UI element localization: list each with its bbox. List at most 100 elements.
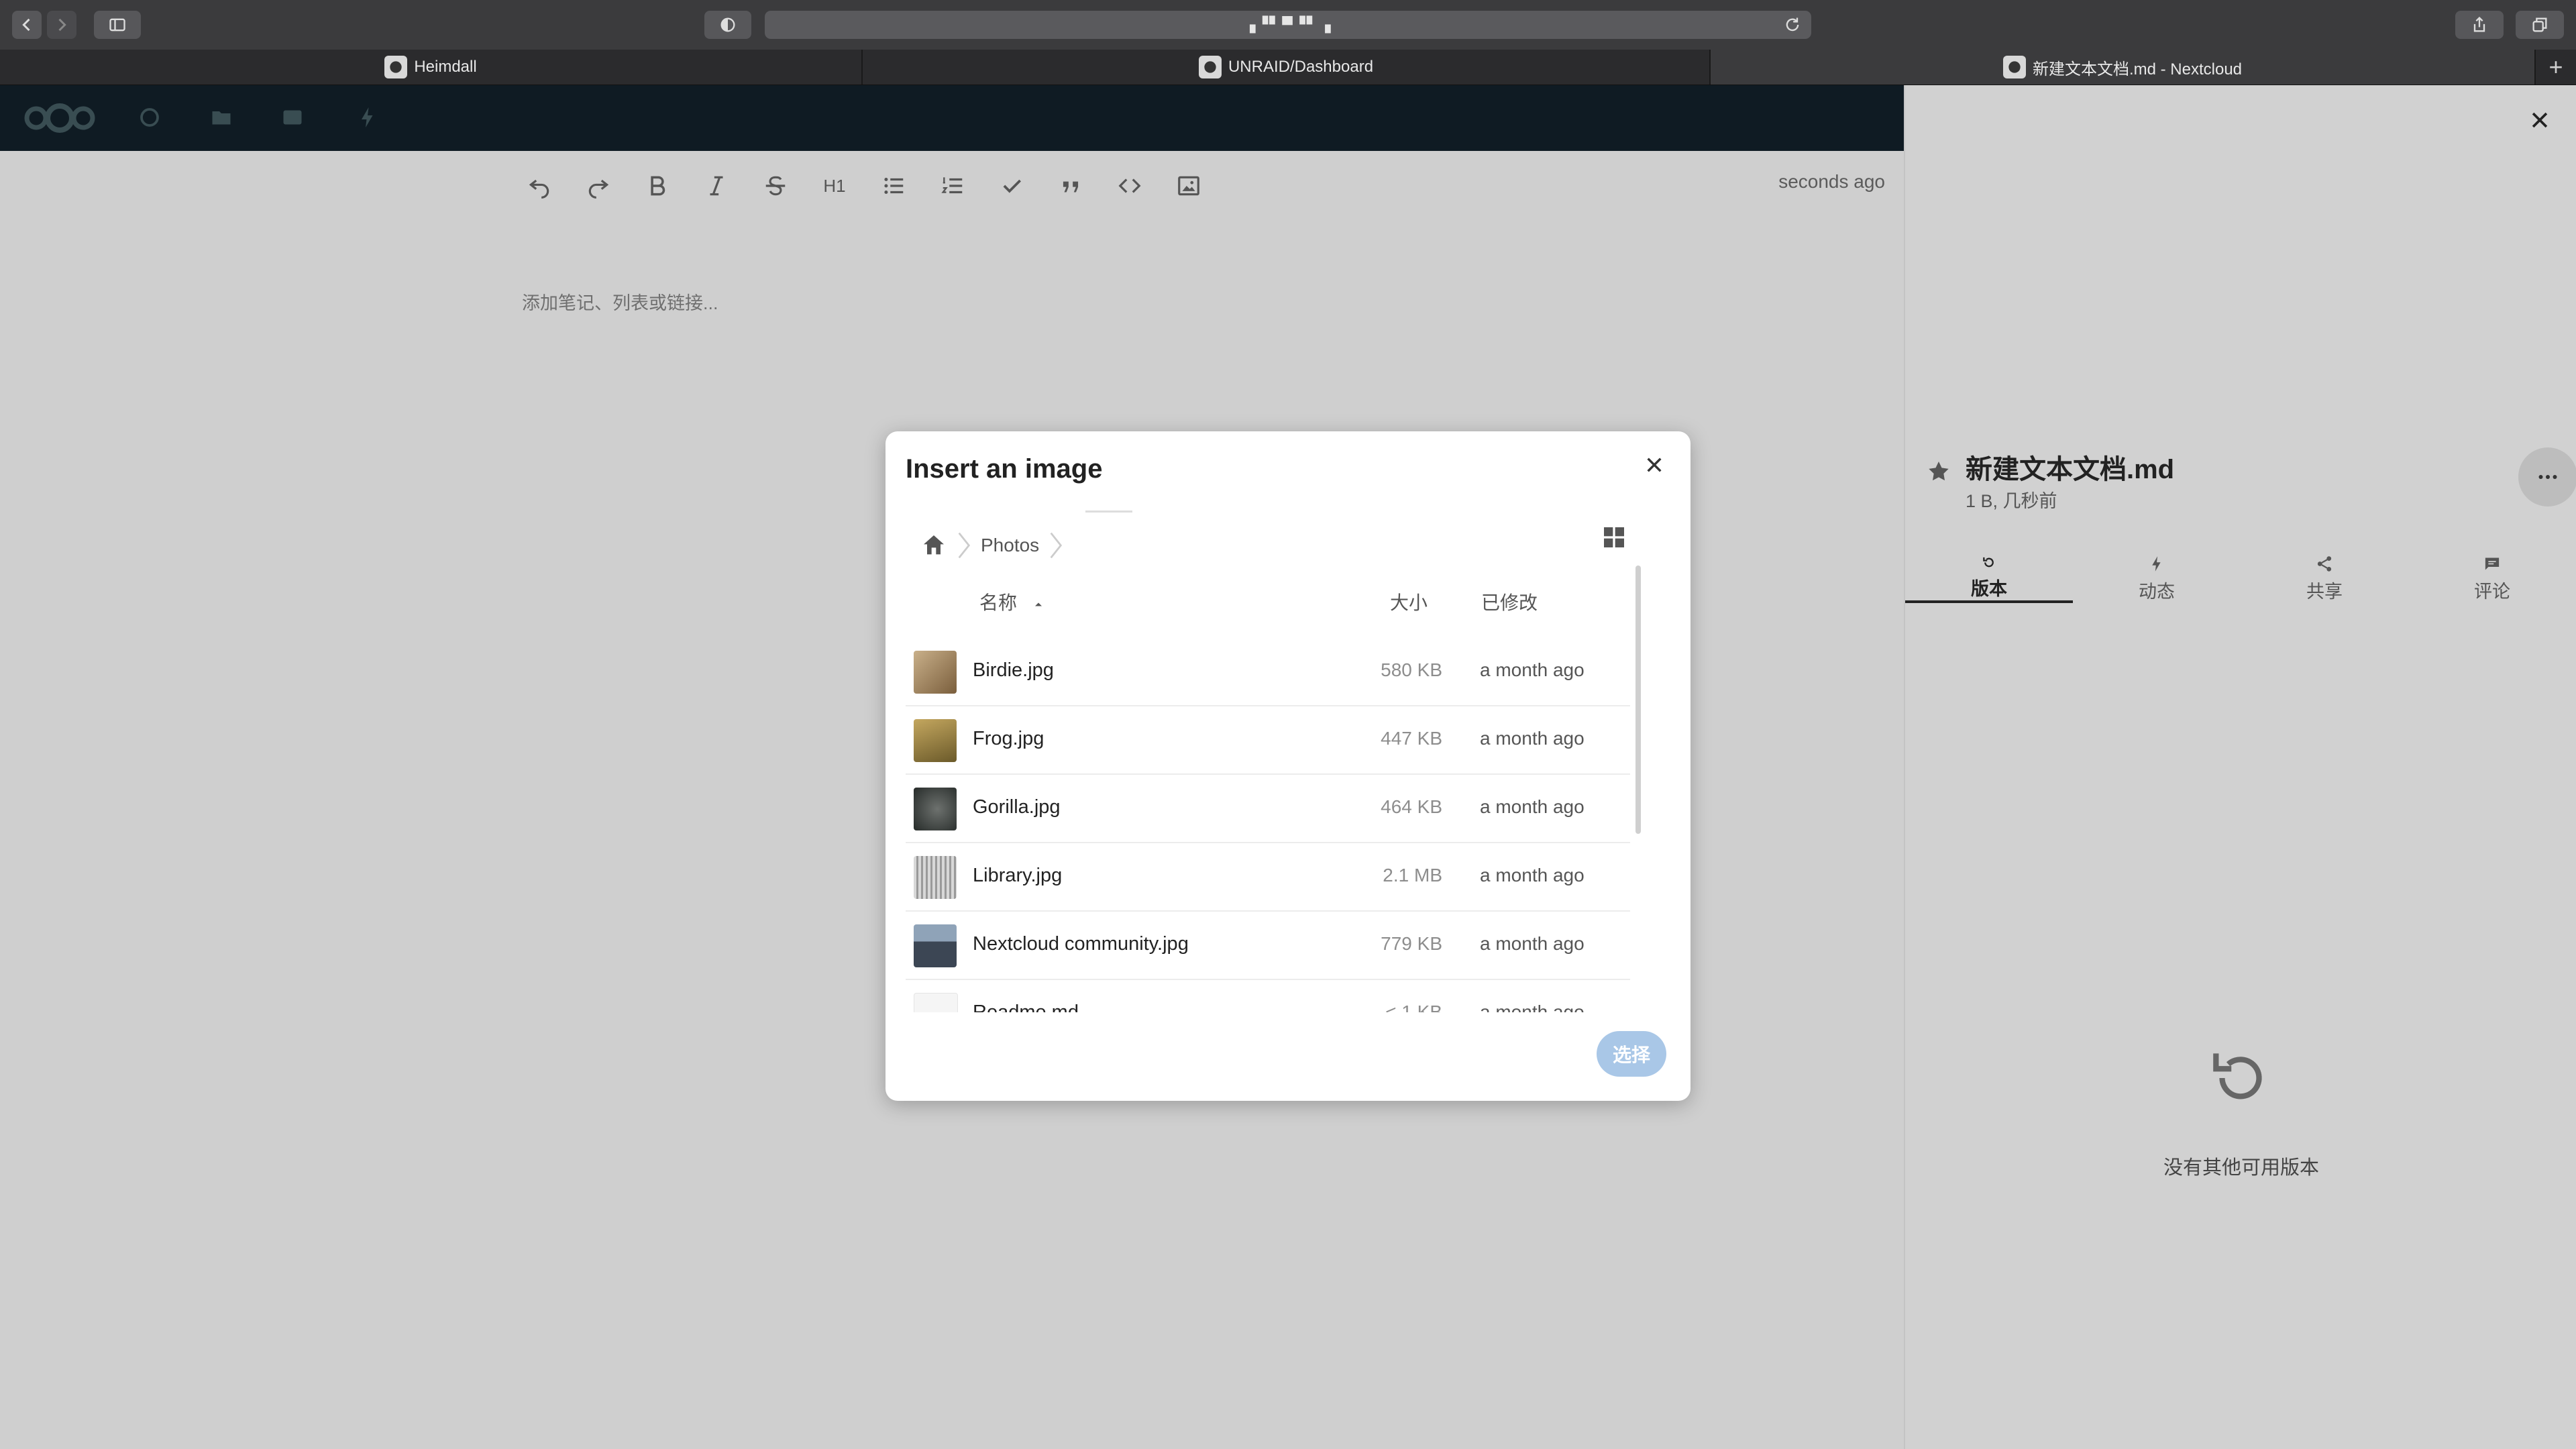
tab-nextcloud[interactable]: 新建文本文档.md - Nextcloud — [1711, 50, 2536, 85]
file-thumbnail — [914, 719, 957, 762]
forward-button[interactable] — [47, 11, 76, 39]
redo-button[interactable] — [569, 166, 628, 206]
file-name: Readme.md — [973, 1002, 1079, 1012]
italic-icon — [710, 176, 723, 196]
quote-icon — [1063, 181, 1079, 193]
choose-button[interactable]: 选择 — [1597, 1031, 1666, 1077]
file-title: 新建文本文档.md — [1966, 455, 2175, 484]
app-header — [0, 85, 1904, 151]
share-page-button[interactable] — [2455, 11, 2504, 39]
insert-image-button[interactable] — [1159, 166, 1218, 206]
tab-comments[interactable]: 评论 — [2408, 555, 2576, 603]
file-thumbnail — [914, 651, 957, 694]
more-actions-button[interactable] — [2518, 447, 2576, 506]
history-icon — [1983, 557, 1994, 568]
close-icon — [1647, 458, 1662, 472]
file-list-scrollbar[interactable] — [1635, 566, 1641, 834]
sidebar-icon — [109, 18, 125, 32]
sidebar-tabs: 版本 动态 共享 评论 — [1905, 555, 2576, 603]
shield-icon — [720, 17, 735, 32]
activity-icon — [2152, 556, 2161, 572]
close-sidebar-button[interactable] — [2526, 107, 2553, 133]
breadcrumb-photos[interactable]: Photos — [981, 535, 1039, 556]
ordered-list-button[interactable] — [923, 166, 982, 206]
file-size: 779 KB — [1381, 933, 1442, 954]
photos-icon[interactable] — [280, 105, 305, 129]
code-block-button[interactable] — [1100, 166, 1159, 206]
file-thumbnail — [914, 993, 958, 1012]
image-icon — [1178, 176, 1199, 196]
file-modified: a month ago — [1480, 659, 1585, 680]
file-modified: a month ago — [1480, 865, 1585, 885]
url-text: ▗▝▘▀▝▘▗ — [1244, 16, 1332, 33]
close-dialog-button[interactable] — [1641, 451, 1668, 478]
favicon-icon — [2002, 56, 2026, 78]
tab-sharing[interactable]: 共享 — [2241, 555, 2408, 603]
favicon-icon — [384, 56, 408, 78]
editor-placeholder[interactable]: 添加笔记、列表或链接... — [522, 288, 718, 315]
reload-icon[interactable] — [1783, 15, 1802, 34]
home-icon[interactable] — [920, 532, 947, 559]
tab-activity[interactable]: 动态 — [2073, 555, 2241, 603]
close-icon — [2532, 112, 2548, 128]
dashboard-icon[interactable] — [138, 105, 162, 129]
file-row[interactable]: Readme.md < 1 KB a month ago — [906, 979, 1630, 1012]
tab-heimdall[interactable]: Heimdall — [0, 50, 863, 85]
checklist-button[interactable] — [982, 166, 1041, 206]
file-row[interactable]: Gorilla.jpg 464 KB a month ago — [906, 773, 1630, 843]
file-thumbnail — [914, 924, 957, 967]
privacy-button[interactable] — [704, 11, 751, 39]
file-modified: a month ago — [1480, 728, 1585, 749]
file-row[interactable]: Birdie.jpg 580 KB a month ago — [906, 637, 1630, 706]
redo-icon — [588, 179, 609, 199]
undo-button[interactable] — [510, 166, 569, 206]
browser-toolbar: ▗▝▘▀▝▘▗ — [0, 0, 2576, 50]
heading-button[interactable]: H1 — [805, 166, 864, 206]
strikethrough-button[interactable] — [746, 166, 805, 206]
tab-label: 共享 — [2306, 582, 2343, 602]
file-row[interactable]: Library.jpg 2.1 MB a month ago — [906, 842, 1630, 912]
tab-unraid-dashboard[interactable]: UNRAID/Dashboard — [863, 50, 1711, 85]
chevron-left-icon — [22, 18, 30, 32]
favicon-icon — [1198, 56, 1222, 78]
tab-bar: Heimdall UNRAID/Dashboard 新建文本文档.md - Ne… — [0, 50, 2576, 85]
blockquote-button[interactable] — [1041, 166, 1100, 206]
comment-icon — [2485, 557, 2500, 570]
check-icon — [1003, 179, 1022, 193]
bold-button[interactable] — [628, 166, 687, 206]
insert-image-dialog: Insert an image Photos 名称 大小 已修改 Birdie.… — [885, 431, 1690, 1101]
grid-view-icon[interactable] — [1601, 524, 1627, 551]
activity-icon[interactable] — [356, 105, 380, 129]
files-icon[interactable] — [209, 105, 233, 129]
column-name-header[interactable]: 名称 — [979, 588, 1045, 615]
breadcrumb: Photos — [906, 519, 1073, 572]
back-button[interactable] — [12, 11, 42, 39]
bullet-list-button[interactable] — [864, 166, 923, 206]
column-size-header[interactable]: 大小 — [1390, 588, 1428, 615]
tab-overview-button[interactable] — [2516, 11, 2564, 39]
file-row[interactable]: Nextcloud community.jpg 779 KB a month a… — [906, 910, 1630, 980]
column-modified-header[interactable]: 已修改 — [1481, 588, 1538, 615]
save-status: seconds ago — [1778, 171, 1885, 192]
file-size: 2.1 MB — [1383, 865, 1442, 885]
file-name: Frog.jpg — [973, 728, 1044, 749]
file-row[interactable]: Frog.jpg 447 KB a month ago — [906, 705, 1630, 775]
italic-button[interactable] — [687, 166, 746, 206]
bold-icon — [651, 176, 665, 196]
tab-versions[interactable]: 版本 — [1905, 555, 2073, 603]
address-bar[interactable]: ▗▝▘▀▝▘▗ — [765, 11, 1811, 39]
tab-title: UNRAID/Dashboard — [1228, 58, 1374, 76]
file-size: 580 KB — [1381, 659, 1442, 680]
star-icon[interactable] — [1925, 458, 1952, 485]
new-tab-button[interactable]: + — [2536, 50, 2576, 85]
divider — [1085, 511, 1132, 513]
code-icon — [1118, 178, 1141, 193]
tab-label: 评论 — [2474, 582, 2510, 602]
tabs-icon — [2532, 17, 2547, 32]
sidebar-toggle-button[interactable] — [94, 11, 141, 39]
file-size: 447 KB — [1381, 728, 1442, 749]
nextcloud-logo-icon[interactable] — [16, 100, 103, 136]
bullet-list-icon — [884, 177, 904, 195]
editor-toolbar: H1 — [510, 166, 1218, 206]
strikethrough-icon — [765, 176, 786, 196]
